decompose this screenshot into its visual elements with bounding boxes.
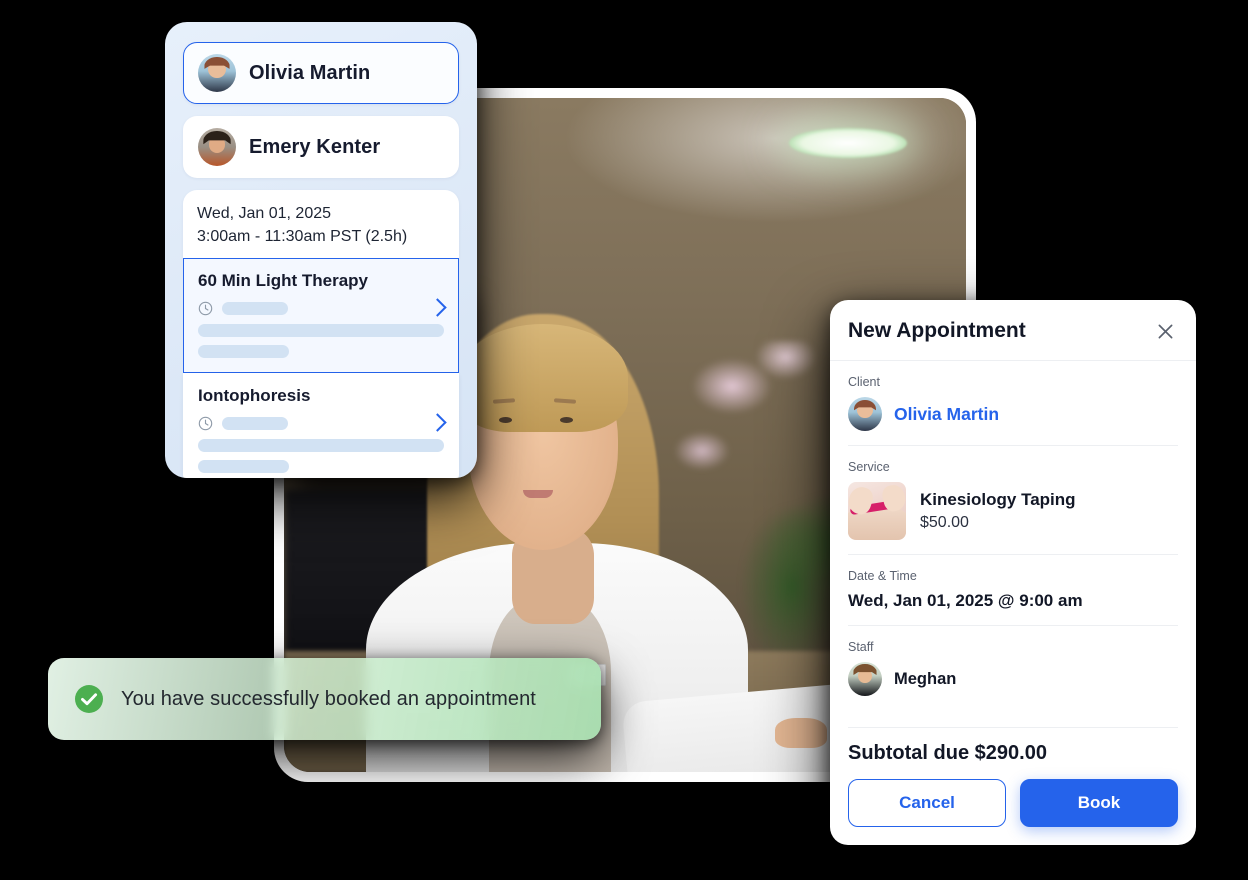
service-name: Kinesiology Taping (920, 490, 1076, 509)
booking-selection-panel: Olivia Martin Emery Kenter Wed, Jan 01, … (165, 22, 477, 478)
success-toast: You have successfully booked an appointm… (48, 658, 601, 740)
client-option-label: Olivia Martin (249, 61, 371, 84)
client-value-row[interactable]: Olivia Martin (848, 397, 1178, 431)
olivia-avatar (198, 54, 236, 92)
client-option-emery-kenter[interactable]: Emery Kenter (183, 116, 459, 178)
service-duration-placeholder (222, 302, 288, 316)
emery-avatar (198, 128, 236, 166)
staff-field: Staff Meghan (848, 626, 1178, 710)
service-duration-placeholder (222, 417, 288, 431)
dialog-header: New Appointment (830, 300, 1196, 361)
staff-value-row[interactable]: Meghan (848, 662, 1178, 696)
staff-field-label: Staff (848, 640, 874, 654)
toast-message: You have successfully booked an appointm… (121, 687, 536, 710)
service-text-block: Kinesiology Taping $50.00 (920, 490, 1076, 532)
client-field: Client Olivia Martin (848, 361, 1178, 446)
service-value-row[interactable]: Kinesiology Taping $50.00 (848, 482, 1178, 540)
service-option-title: Iontophoresis (198, 386, 311, 406)
new-appointment-dialog: New Appointment Client Olivia Martin Ser… (830, 300, 1196, 845)
olivia-avatar (848, 397, 882, 431)
service-price-placeholder (198, 345, 290, 359)
client-field-label: Client (848, 375, 880, 389)
service-thumbnail-image (848, 482, 906, 540)
client-name-link[interactable]: Olivia Martin (894, 404, 999, 425)
footer-divider (848, 727, 1178, 728)
screenshot-canvas: clinic Olivia Martin Emery Kenter Wed, J… (0, 0, 1248, 880)
service-price: $50.00 (920, 514, 969, 531)
panel-date-text: Wed, Jan 01, 2025 (197, 205, 332, 222)
client-option-label: Emery Kenter (249, 135, 381, 158)
clock-icon (198, 301, 213, 316)
dialog-title: New Appointment (848, 319, 1026, 342)
service-field: Service Kinesiology Taping $50.00 (848, 446, 1178, 555)
photo-person-brow-right (553, 397, 577, 404)
photo-person-eye-left (498, 416, 512, 423)
photo-person-hand (775, 718, 828, 749)
photo-person-mouth (522, 490, 553, 499)
success-check-icon (74, 684, 104, 714)
dialog-body: Client Olivia Martin Service Kinesiology… (830, 361, 1196, 713)
subtotal-due-text: Subtotal due $290.00 (848, 742, 1047, 764)
staff-name: Meghan (894, 669, 957, 688)
service-price-placeholder (198, 460, 290, 474)
photo-person-eye-right (560, 416, 574, 423)
dialog-action-buttons: Cancel Book (848, 779, 1178, 827)
client-option-olivia-martin[interactable]: Olivia Martin (183, 42, 459, 104)
service-field-label: Service (848, 460, 890, 474)
service-duration-row (198, 301, 444, 316)
book-button[interactable]: Book (1020, 779, 1178, 827)
service-description-placeholder (198, 439, 444, 453)
clock-icon (198, 416, 213, 431)
service-option-light-therapy[interactable]: 60 Min Light Therapy (183, 258, 459, 374)
dialog-footer: Subtotal due $290.00 Cancel Book (830, 713, 1196, 845)
service-option-iontophoresis[interactable]: Iontophoresis (183, 373, 459, 478)
photo-person-fringe (457, 323, 629, 432)
close-icon[interactable] (1152, 318, 1178, 344)
panel-datetime-card[interactable]: Wed, Jan 01, 2025 3:00am - 11:30am PST (… (183, 190, 459, 259)
service-duration-row (198, 416, 444, 431)
cancel-button[interactable]: Cancel (848, 779, 1006, 827)
service-option-title: 60 Min Light Therapy (198, 271, 369, 291)
meghan-avatar (848, 662, 882, 696)
panel-time-range-text: 3:00am - 11:30am PST (2.5h) (197, 228, 408, 246)
datetime-field-label: Date & Time (848, 569, 917, 583)
service-description-placeholder (198, 324, 444, 338)
datetime-value[interactable]: Wed, Jan 01, 2025 @ 9:00 am (848, 591, 1178, 611)
datetime-field: Date & Time Wed, Jan 01, 2025 @ 9:00 am (848, 555, 1178, 626)
